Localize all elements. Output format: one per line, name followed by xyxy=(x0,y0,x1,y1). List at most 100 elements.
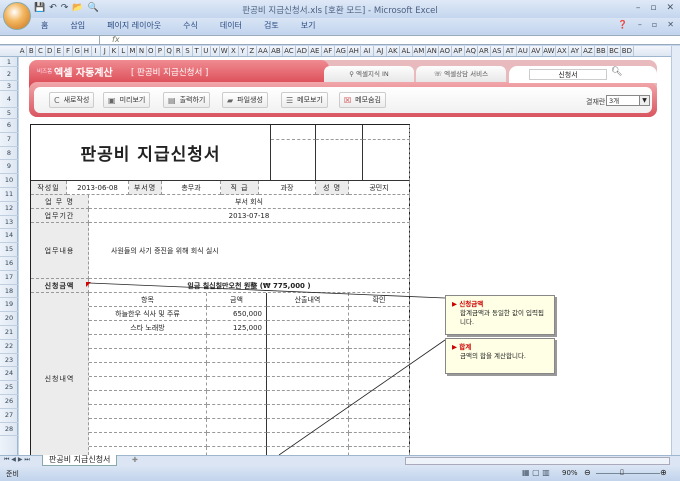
column-header[interactable]: G xyxy=(73,46,83,56)
sheet-tab[interactable]: 판공비 지급신청서 xyxy=(42,455,118,466)
workbook-close-button[interactable]: ✕ xyxy=(667,20,674,29)
column-header[interactable]: U xyxy=(202,46,211,56)
row-header[interactable]: 26 xyxy=(0,395,18,409)
column-header[interactable]: AR xyxy=(478,46,491,56)
horizontal-scrollbar[interactable] xyxy=(405,457,670,465)
column-header[interactable]: AC xyxy=(283,46,296,56)
close-button[interactable]: ✕ xyxy=(666,3,674,13)
column-header[interactable]: K xyxy=(110,46,120,56)
row-header[interactable]: 10 xyxy=(0,174,18,188)
zoom-level[interactable]: 90% xyxy=(562,469,578,477)
column-header[interactable]: AA xyxy=(257,46,270,56)
row-header[interactable]: 21 xyxy=(0,326,18,340)
zoom-in-icon[interactable]: ⊕ xyxy=(660,468,667,477)
row-header[interactable]: 6 xyxy=(0,119,18,133)
row-header[interactable]: 4 xyxy=(0,91,18,108)
column-header[interactable]: AS xyxy=(491,46,504,56)
row-header[interactable]: 25 xyxy=(0,381,18,395)
column-header[interactable]: Q xyxy=(165,46,175,56)
name-box[interactable] xyxy=(0,36,100,45)
column-header[interactable]: R xyxy=(174,46,184,56)
column-header[interactable]: AV xyxy=(530,46,543,56)
column-header[interactable]: S xyxy=(183,46,193,56)
row-header[interactable]: 27 xyxy=(0,409,18,423)
zoom-slider-thumb[interactable]: ▯ xyxy=(620,468,624,476)
column-header[interactable]: I xyxy=(92,46,101,56)
column-header[interactable]: AD xyxy=(296,46,309,56)
column-header[interactable]: T xyxy=(193,46,202,56)
tab-home[interactable]: 홈 xyxy=(30,18,59,34)
row-header[interactable]: 11 xyxy=(0,188,18,202)
row-header[interactable]: 1 xyxy=(0,57,18,67)
row-header[interactable]: 16 xyxy=(0,257,18,271)
column-header[interactable]: AF xyxy=(322,46,335,56)
row-header[interactable]: 14 xyxy=(0,229,18,244)
sheet-nav-arrows-icon[interactable]: ⏮ ◀ ▶ ⏭ xyxy=(4,456,30,464)
tab-data[interactable]: 데이터 xyxy=(209,18,253,34)
column-header[interactable]: AL xyxy=(400,46,413,56)
row-header[interactable]: 23 xyxy=(0,354,18,368)
column-header[interactable]: W xyxy=(220,46,230,56)
row-header[interactable]: 13 xyxy=(0,216,18,230)
row-header[interactable]: 17 xyxy=(0,271,18,285)
tab-formulas[interactable]: 수식 xyxy=(172,18,209,34)
view-mode-icons[interactable]: ▦ ▢ ▥ xyxy=(522,468,550,477)
column-header[interactable]: AJ xyxy=(374,46,387,56)
row-header[interactable]: 3 xyxy=(0,81,18,91)
row-header[interactable]: 15 xyxy=(0,243,18,257)
column-header[interactable]: BC xyxy=(608,46,621,56)
column-header[interactable]: X xyxy=(229,46,239,56)
column-header[interactable]: N xyxy=(137,46,147,56)
row-header[interactable]: 5 xyxy=(0,108,18,119)
row-header[interactable]: 28 xyxy=(0,423,18,437)
column-header[interactable]: Z xyxy=(248,46,257,56)
column-header[interactable]: AW xyxy=(543,46,556,56)
minimize-button[interactable]: – xyxy=(636,3,641,13)
column-header[interactable]: O xyxy=(147,46,156,56)
column-header[interactable]: Y xyxy=(239,46,248,56)
tab-page-layout[interactable]: 페이지 레이아웃 xyxy=(96,18,172,34)
zoom-out-icon[interactable]: ⊖ xyxy=(584,468,591,477)
help-icon[interactable]: ❓ xyxy=(618,20,628,29)
row-header[interactable]: 20 xyxy=(0,312,18,326)
column-header[interactable]: F xyxy=(64,46,74,56)
column-header[interactable]: AP xyxy=(452,46,465,56)
workbook-restore-button[interactable]: ▫ xyxy=(652,20,657,29)
tab-review[interactable]: 검토 xyxy=(253,18,290,34)
column-header[interactable]: AO xyxy=(439,46,452,56)
column-header[interactable]: J xyxy=(101,46,110,56)
row-header[interactable]: 8 xyxy=(0,147,18,161)
column-header[interactable]: V xyxy=(211,46,221,56)
column-header[interactable]: AN xyxy=(426,46,439,56)
column-header[interactable]: AT xyxy=(504,46,517,56)
column-header[interactable]: AM xyxy=(413,46,426,56)
column-header[interactable]: P xyxy=(156,46,165,56)
column-header[interactable]: AK xyxy=(387,46,400,56)
row-header[interactable]: 7 xyxy=(0,133,18,147)
tab-insert[interactable]: 삽입 xyxy=(59,18,96,34)
column-header[interactable]: AZ xyxy=(582,46,595,56)
column-header[interactable]: B xyxy=(27,46,37,56)
tab-view[interactable]: 보기 xyxy=(290,18,327,34)
row-header[interactable]: 2 xyxy=(0,67,18,81)
row-header[interactable]: 18 xyxy=(0,285,18,299)
worksheet[interactable]: 비즈폼 엑셀 자동계산 [ 판공비 지급신청서 ] ⚲ 엑셀지식 IN ☏ 엑셀… xyxy=(19,57,671,455)
column-header[interactable]: C xyxy=(36,46,46,56)
zoom-slider[interactable] xyxy=(596,473,660,474)
column-header[interactable]: E xyxy=(55,46,64,56)
column-header[interactable]: A xyxy=(18,46,28,56)
column-header[interactable]: AH xyxy=(348,46,361,56)
column-header[interactable]: M xyxy=(128,46,138,56)
function-icon[interactable]: fx xyxy=(112,35,120,44)
row-header[interactable]: 22 xyxy=(0,340,18,354)
office-button[interactable] xyxy=(3,2,31,30)
insert-sheet-icon[interactable]: ✚ xyxy=(132,456,138,464)
column-header[interactable]: H xyxy=(82,46,92,56)
row-header[interactable]: 24 xyxy=(0,367,18,382)
column-header[interactable]: AE xyxy=(309,46,322,56)
column-header[interactable]: AG xyxy=(335,46,348,56)
vertical-scrollbar[interactable] xyxy=(671,46,680,455)
column-header[interactable]: D xyxy=(46,46,55,56)
column-header[interactable]: AU xyxy=(517,46,530,56)
row-header[interactable]: 19 xyxy=(0,298,18,313)
